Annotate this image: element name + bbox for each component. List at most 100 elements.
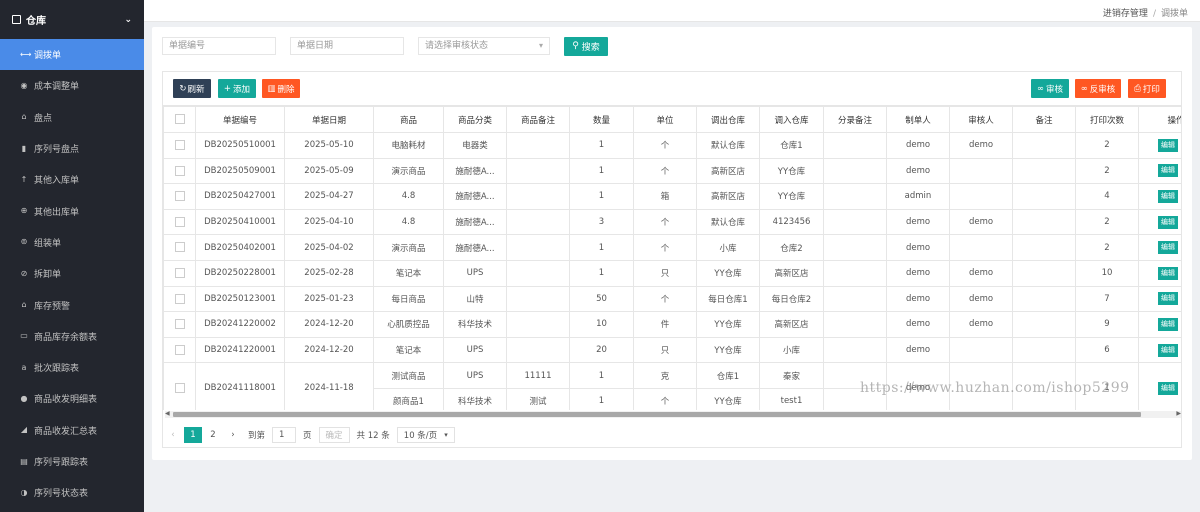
sidebar-item-10[interactable]: a 批次跟踪表 <box>0 352 144 383</box>
scroll-left-icon[interactable]: ◀ <box>165 410 170 417</box>
select-all-cell[interactable] <box>163 106 196 133</box>
row-checkbox[interactable] <box>174 319 185 330</box>
in-cell: 高新区店 <box>759 259 824 287</box>
maker-cell: demo <box>886 132 950 159</box>
sidebar-item-6[interactable]: ⊚ 组装单 <box>0 227 144 258</box>
row-checkbox[interactable] <box>174 140 185 151</box>
column-header-7: 调出仓库 <box>696 106 760 133</box>
status-select[interactable]: 请选择审核状态 ▾ <box>418 37 550 55</box>
row-select-cell[interactable] <box>163 183 196 210</box>
unit-cell: 克 <box>633 362 697 389</box>
edit-button[interactable]: 编辑 <box>1158 266 1178 280</box>
sidebar-item-2[interactable]: ⌂ 盘点 <box>0 102 144 133</box>
row-select-cell[interactable] <box>163 132 196 159</box>
row-select-cell[interactable] <box>163 234 196 261</box>
maker-cell: demo <box>886 311 950 338</box>
row-checkbox[interactable] <box>174 268 185 279</box>
horizontal-scrollbar[interactable]: ◀ ▶ <box>165 410 1181 418</box>
goto-page-input[interactable]: 1 <box>272 427 297 443</box>
add-button[interactable]: + 添加 <box>218 79 256 98</box>
row-checkbox[interactable] <box>174 165 185 176</box>
row-checkbox[interactable] <box>174 383 185 394</box>
sidebar-item-8[interactable]: ⌂ 库存预警 <box>0 289 144 320</box>
sidebar-item-4[interactable]: ↑ 其他入库单 <box>0 164 144 195</box>
table-row[interactable]: DB20250509001 2025-05-09 演示商品 施耐德A... 1 个高新区店… <box>163 157 1181 185</box>
sidebar-item-9[interactable]: ▭ 商品库存余额表 <box>0 321 144 352</box>
row-actions: 编辑删除 <box>1142 138 1181 152</box>
sidebar-item-12[interactable]: ◢ 商品收发汇总表 <box>0 415 144 446</box>
page-1[interactable]: 1 <box>184 427 202 443</box>
page-size-select[interactable]: 10 条/页 ▾ <box>396 427 455 443</box>
in-cell: YY仓库 <box>759 157 824 185</box>
doc-no-cell: DB20241220002 <box>195 311 285 338</box>
table-row[interactable]: DB20250228001 2025-02-28 笔记本 UPS 1 只 YY仓库 高新区店 d… <box>163 259 1181 287</box>
sidebar-item-11[interactable]: ● 商品收发明细表 <box>0 383 144 414</box>
qty-cell: 50 <box>569 285 634 313</box>
edit-button[interactable]: 编辑 <box>1158 292 1178 306</box>
page-2[interactable]: 2 <box>204 427 222 443</box>
sidebar-item-5[interactable]: ⊕ 其他出库单 <box>0 195 144 226</box>
sidebar-item-3[interactable]: ▮ 序列号盘点 <box>0 133 144 164</box>
delete-button[interactable]: ▥ 删除 <box>262 79 300 98</box>
row-checkbox[interactable] <box>174 242 185 253</box>
sidebar-item-7[interactable]: ⊘ 拆卸单 <box>0 258 144 289</box>
edit-button[interactable]: 编辑 <box>1158 317 1178 331</box>
column-header-13: 打印次数 <box>1075 106 1139 133</box>
row-checkbox[interactable] <box>174 191 185 202</box>
row-select-cell[interactable] <box>163 285 196 313</box>
column-header-5: 数量 <box>569 106 634 133</box>
refresh-button[interactable]: ↻ 刷新 <box>173 79 211 98</box>
unapprove-button[interactable]: ∞ 反审核 <box>1075 79 1121 98</box>
edit-button[interactable]: 编辑 <box>1158 215 1178 229</box>
row-checkbox[interactable] <box>174 293 185 304</box>
sidebar-header[interactable]: 仓库 ⌄ <box>0 0 144 39</box>
prints-cell: 2 <box>1075 132 1139 159</box>
enote-cell <box>823 311 887 338</box>
table-row[interactable]: DB20250410001 2025-04-10 4.8 施耐德A... 3 个默认仓库 4… <box>163 208 1181 236</box>
doc-date-input[interactable]: 单据日期 <box>290 37 404 55</box>
unit-cell: 箱 <box>633 183 697 210</box>
table-row[interactable]: DB20250510001 2025-05-10 电脑耗材 电器类 1 个默认仓库 仓库1 d… <box>163 132 1181 159</box>
doc-date-cell: 2025-02-28 <box>284 259 374 287</box>
approve-button[interactable]: ∞ 审核 <box>1031 79 1069 98</box>
sidebar-item-13[interactable]: ▤ 序列号跟踪表 <box>0 446 144 477</box>
next-page-icon[interactable]: › <box>224 427 242 443</box>
table-row[interactable]: DB20241220002 2024-12-20 心肌质控品 科华技术 10 件 YY仓库高… <box>163 311 1181 338</box>
goods-cell: 4.8 <box>373 208 444 236</box>
edit-button[interactable]: 编辑 <box>1158 343 1178 357</box>
row-select-cell[interactable] <box>163 336 196 364</box>
scrollbar-thumb[interactable] <box>173 412 1141 417</box>
edit-button[interactable]: 编辑 <box>1158 138 1178 152</box>
print-button[interactable]: ⎙ 打印 <box>1128 79 1166 98</box>
unit-cell: 只 <box>633 336 697 364</box>
row-select-cell[interactable] <box>163 208 196 236</box>
row-checkbox[interactable] <box>174 344 185 355</box>
edit-button[interactable]: 编辑 <box>1158 189 1178 203</box>
scroll-right-icon[interactable]: ▶ <box>1176 410 1181 417</box>
select-all-checkbox[interactable] <box>174 114 185 125</box>
edit-button[interactable]: 编辑 <box>1158 241 1178 255</box>
table-row[interactable]: DB20241220001 2024-12-20 笔记本 UPS 20 只 YY仓库 小库 de… <box>163 336 1181 364</box>
prev-page-icon[interactable]: ‹ <box>164 427 182 443</box>
table-row[interactable]: DB20250123001 2025-01-23 每日商品 山特 50 个每日仓库1 每日仓… <box>163 285 1181 313</box>
auditor-cell: demo <box>949 208 1013 236</box>
row-checkbox[interactable] <box>174 216 185 227</box>
edit-button[interactable]: 编辑 <box>1158 381 1178 395</box>
search-button-label: 搜索 <box>581 42 600 53</box>
doc-date-cell: 2025-05-10 <box>284 132 374 159</box>
doc-no-input[interactable]: 单据编号 <box>162 37 276 55</box>
breadcrumb-parent[interactable]: 进销存管理 <box>1103 9 1148 19</box>
table-row[interactable]: DB20250402001 2025-04-02 演示商品 施耐德A... 1 个小库 仓库… <box>163 234 1181 261</box>
row-select-cell[interactable] <box>163 362 196 410</box>
table-row[interactable]: DB20250427001 2025-04-27 4.8 施耐德A... 1 箱高新区店 Y… <box>163 183 1181 210</box>
sidebar-item-label: 库存预警 <box>34 301 71 312</box>
goto-confirm-button[interactable]: 确定 <box>318 427 350 443</box>
sidebar-item-0[interactable]: ⟷ 调拨单 <box>0 39 144 71</box>
row-select-cell[interactable] <box>163 157 196 185</box>
row-select-cell[interactable] <box>163 311 196 338</box>
sidebar-item-14[interactable]: ◑ 序列号状态表 <box>0 477 144 508</box>
sidebar-item-1[interactable]: ◉ 成本调整单 <box>0 70 144 101</box>
row-select-cell[interactable] <box>163 259 196 287</box>
edit-button[interactable]: 编辑 <box>1158 164 1178 178</box>
search-button[interactable]: ⚲ 搜索 <box>564 36 608 56</box>
